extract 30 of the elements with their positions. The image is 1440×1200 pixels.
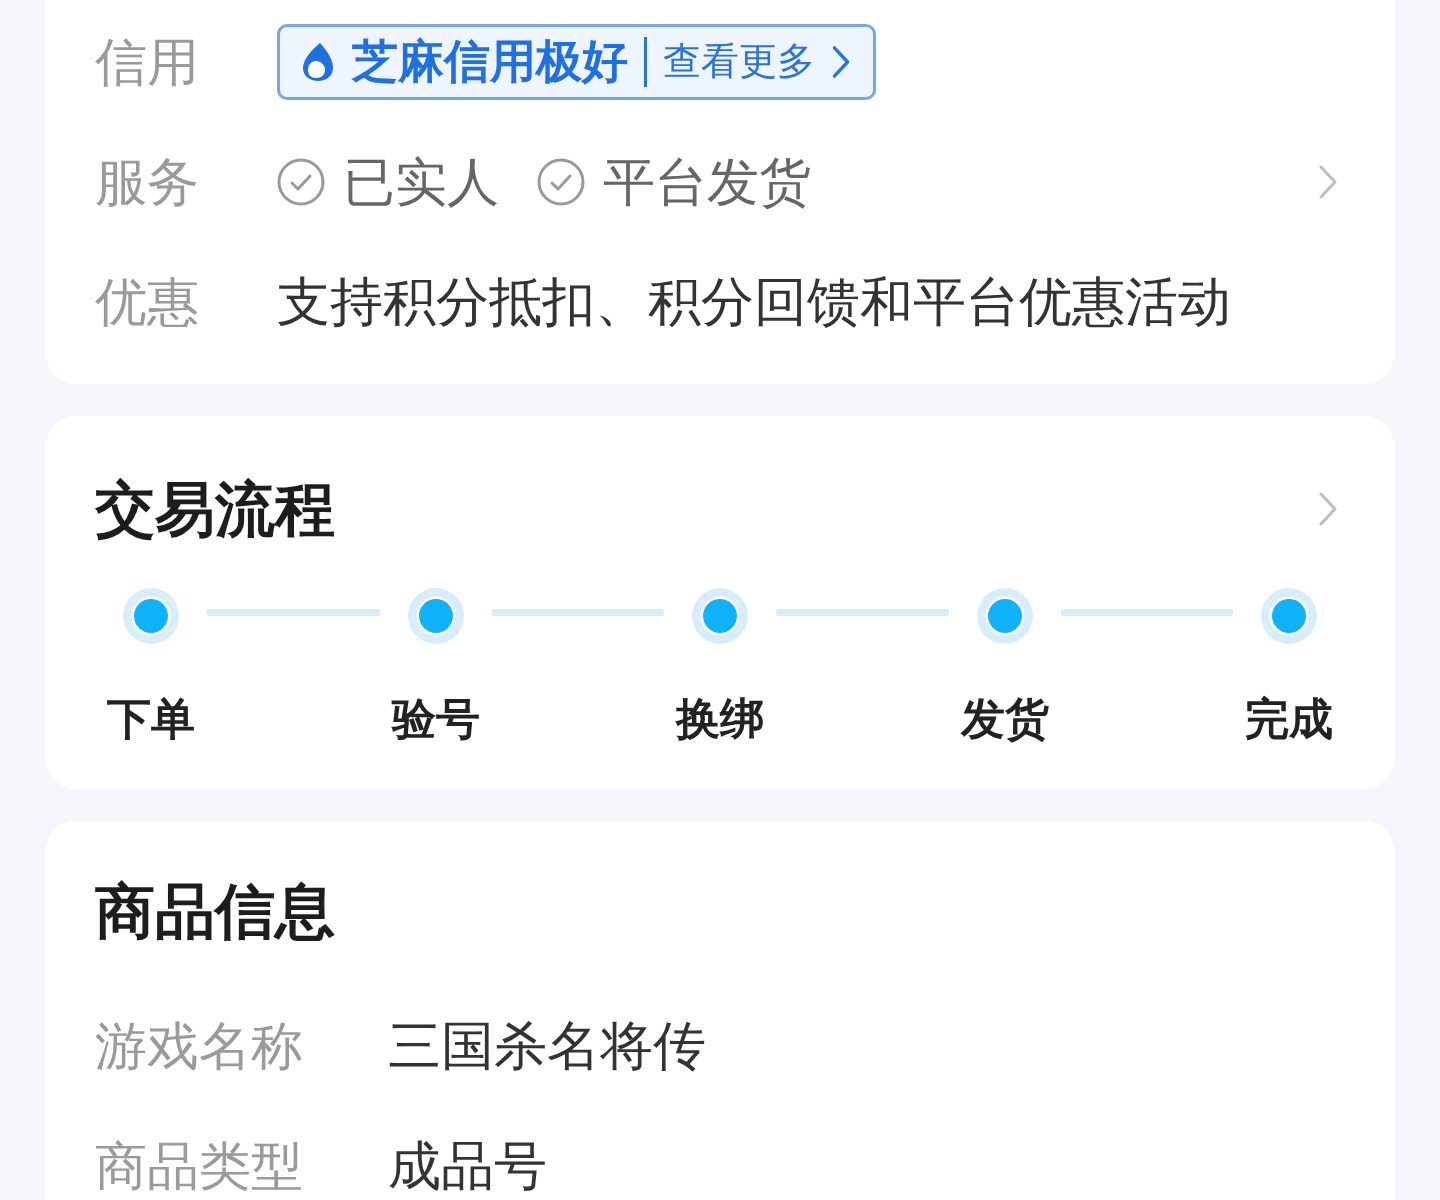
step-dot-icon (122, 587, 180, 645)
field-value: 三国杀名将传 (388, 1014, 706, 1078)
step-dot-icon (975, 587, 1034, 645)
chevron-icon[interactable] (1318, 491, 1338, 527)
check-circle-icon (537, 158, 585, 206)
step-label: 发货 (960, 692, 1049, 746)
row-value: 支持积分抵扣、积分回馈和平台优惠活动 (277, 270, 1231, 334)
chevron-icon[interactable] (1318, 164, 1338, 200)
section-title: 交易流程 (95, 474, 335, 544)
step-dot-icon (691, 587, 749, 645)
step-label: 完成 (1245, 692, 1333, 746)
field-label: 商品类型 (95, 1134, 304, 1198)
chevron-icon[interactable] (831, 45, 851, 79)
step-label: 下单 (107, 692, 195, 746)
check-circle-icon (277, 158, 325, 206)
step-dot-icon (406, 587, 465, 645)
field-value: 成品号 (388, 1134, 547, 1198)
step-dot-icon (1260, 587, 1318, 645)
credit-rating-text: 芝麻信用极好 (352, 34, 628, 90)
service-tag-text: 平台发货 (603, 150, 811, 214)
section-title: 商品信息 (95, 876, 335, 946)
view-more-link[interactable]: 查看更多 (663, 39, 851, 85)
drop-icon (302, 42, 334, 82)
service-tag-text: 已实人 (343, 150, 499, 214)
row-label: 优惠 (95, 270, 200, 334)
row-label: 信用 (95, 30, 200, 94)
row-label: 服务 (95, 150, 200, 214)
step-label: 换绑 (676, 692, 764, 746)
field-label: 游戏名称 (95, 1014, 304, 1078)
step-label: 验号 (391, 692, 480, 746)
